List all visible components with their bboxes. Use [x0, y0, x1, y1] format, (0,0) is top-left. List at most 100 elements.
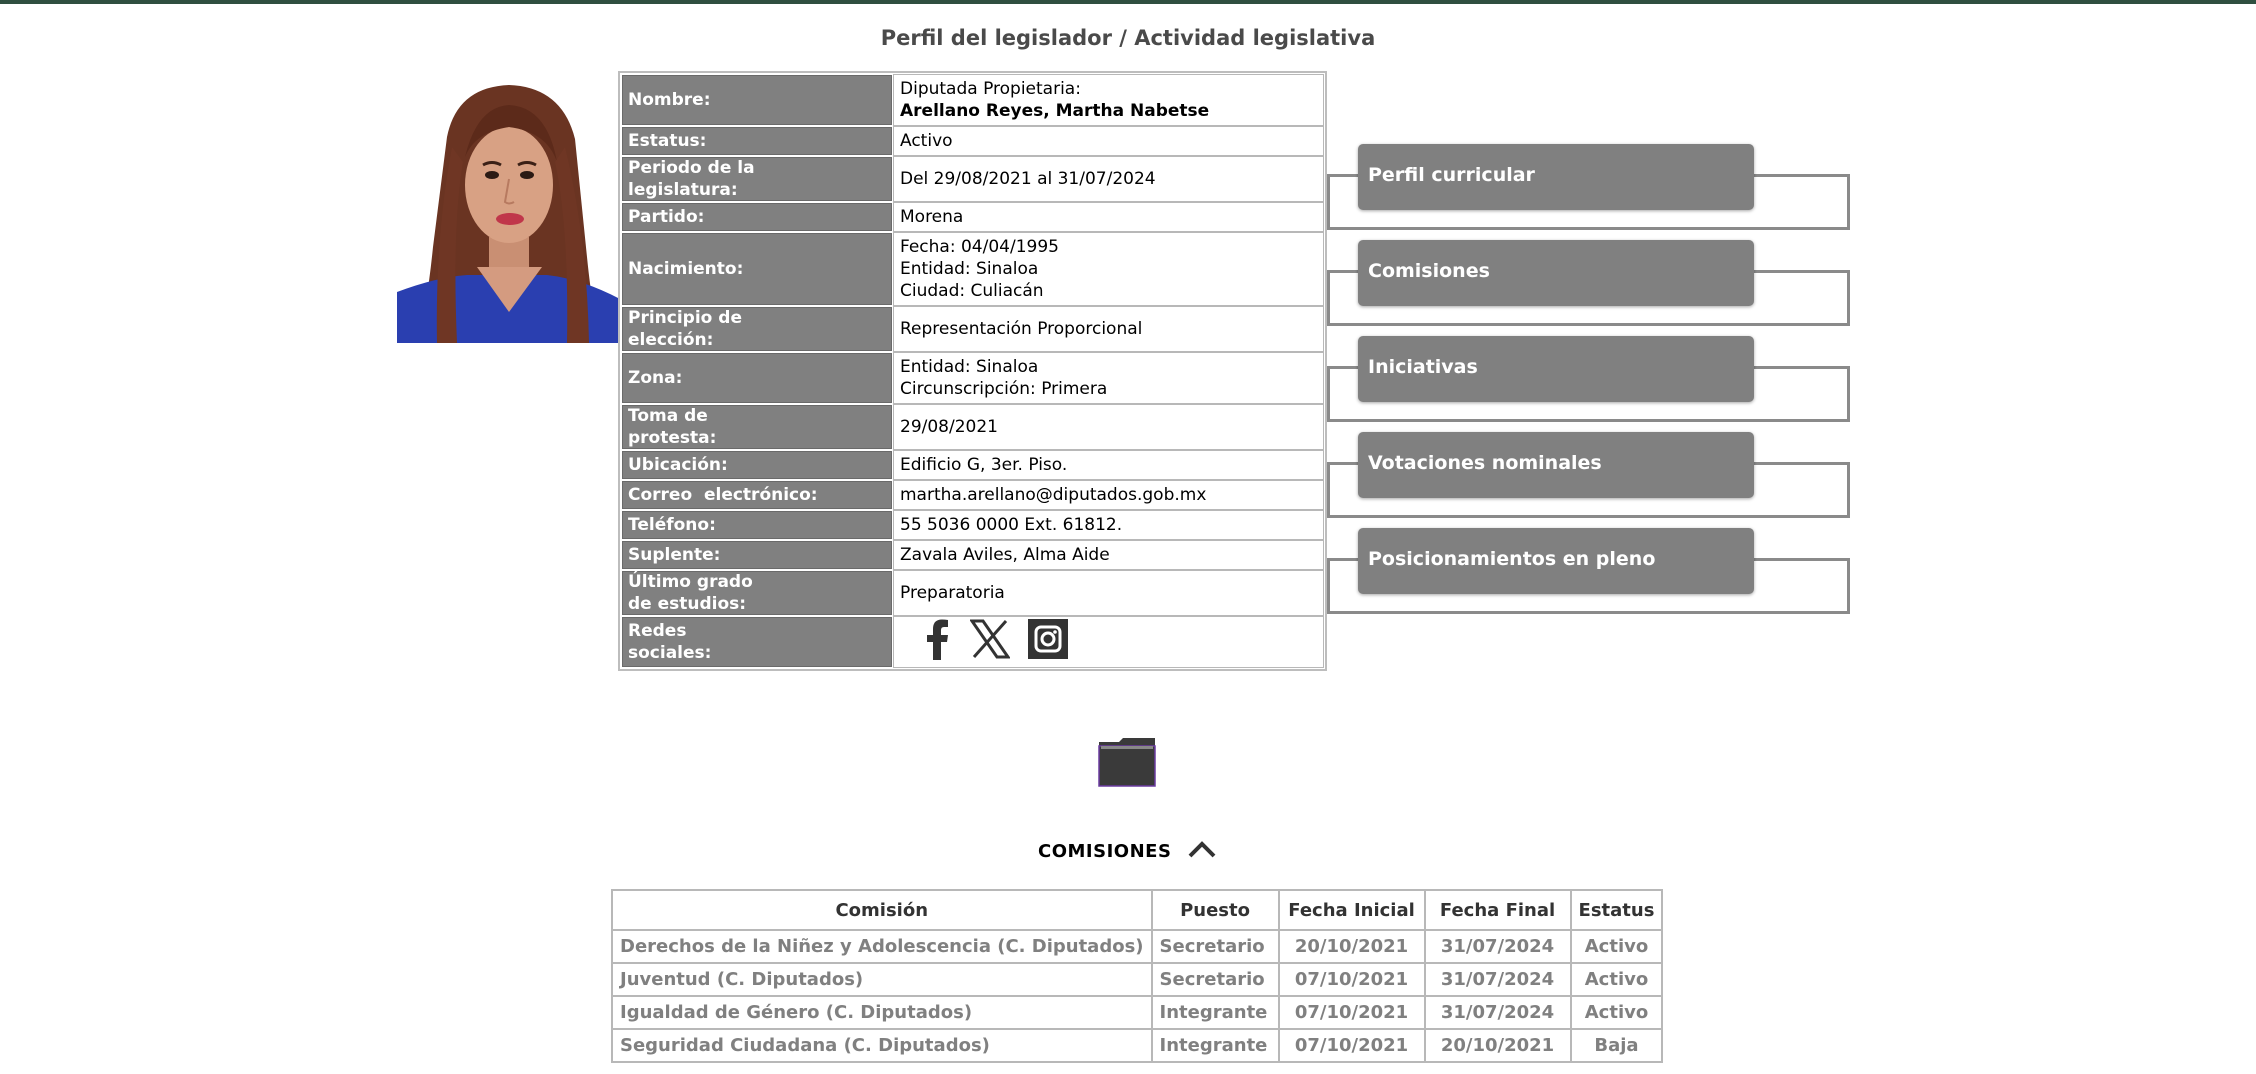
label-redes-line1: Redes — [628, 621, 687, 641]
chevron-up-icon[interactable] — [1187, 840, 1217, 863]
label-ubicacion: Ubicación: — [622, 451, 892, 479]
table-row: Estatus: Activo — [622, 127, 1323, 155]
instagram-icon[interactable] — [1028, 619, 1068, 665]
social-links — [900, 618, 1317, 666]
label-grado-line1: Último grado — [628, 572, 753, 592]
label-suplente: Suplente: — [622, 541, 892, 569]
perfil-curricular-button[interactable]: Perfil curricular — [1358, 144, 1754, 210]
table-row: Suplente: Zavala Aviles, Alma Aide — [622, 541, 1323, 569]
label-correo: Correo electrónico: — [622, 481, 892, 509]
table-row: Periodo de la legislatura: Del 29/08/202… — [622, 157, 1323, 201]
table-row: Teléfono: 55 5036 0000 Ext. 61812. — [622, 511, 1323, 539]
value-suplente: Zavala Aviles, Alma Aide — [894, 541, 1323, 569]
value-nacimiento-fecha: Fecha: 04/04/1995 — [900, 237, 1059, 257]
cell-fecha-inicial: 07/10/2021 — [1277, 1028, 1426, 1063]
value-telefono: 55 5036 0000 Ext. 61812. — [894, 511, 1323, 539]
table-row: Igualdad de Género (C. Diputados) Integr… — [611, 995, 1664, 1030]
value-nombre-cargo: Diputada Propietaria: — [900, 79, 1081, 99]
profile-table: Nombre: Diputada Propietaria: Arellano R… — [618, 71, 1327, 671]
side-menu-perfil-curricular: Perfil curricular — [1327, 144, 1854, 230]
cell-fecha-inicial: 07/10/2021 — [1277, 995, 1426, 1030]
table-row: Zona: Entidad: Sinaloa Circunscripción: … — [622, 353, 1323, 403]
table-row: Nacimiento: Fecha: 04/04/1995 Entidad: S… — [622, 233, 1323, 305]
table-row: Correo electrónico: martha.arellano@dipu… — [622, 481, 1323, 509]
table-header-row: Comisión Puesto Fecha Inicial Fecha Fina… — [611, 889, 1664, 931]
label-redes-line2: sociales: — [628, 643, 712, 663]
value-correo[interactable]: martha.arellano@diputados.gob.mx — [894, 481, 1323, 509]
label-redes: Redes sociales: — [622, 617, 892, 667]
cell-estatus: Activo — [1569, 995, 1664, 1030]
table-row: Principio de elección: Representación Pr… — [622, 307, 1323, 351]
label-toma-line1: Toma de — [628, 406, 708, 426]
cell-comision: Juventud (C. Diputados) — [611, 962, 1153, 997]
cell-comision: Derechos de la Niñez y Adolescencia (C. … — [611, 929, 1153, 964]
label-periodo: Periodo de la legislatura: — [622, 157, 892, 201]
value-zona-circunscripcion: Circunscripción: Primera — [900, 379, 1108, 399]
value-nacimiento: Fecha: 04/04/1995 Entidad: Sinaloa Ciuda… — [894, 233, 1323, 305]
table-row: Nombre: Diputada Propietaria: Arellano R… — [622, 75, 1323, 125]
page-title: Perfil del legislador / Actividad legisl… — [880, 26, 1376, 50]
value-nombre: Diputada Propietaria: Arellano Reyes, Ma… — [894, 75, 1323, 125]
value-estatus: Activo — [894, 127, 1323, 155]
cell-estatus: Activo — [1569, 929, 1664, 964]
value-zona-entidad: Entidad: Sinaloa — [900, 357, 1039, 377]
facebook-icon[interactable] — [922, 618, 952, 666]
label-zona: Zona: — [622, 353, 892, 403]
side-menu-comisiones: Comisiones — [1327, 240, 1854, 326]
table-row: Redes sociales: — [622, 617, 1323, 667]
cell-fecha-final: 20/10/2021 — [1423, 1028, 1572, 1063]
cell-fecha-final: 31/07/2024 — [1423, 929, 1572, 964]
value-nacimiento-entidad: Entidad: Sinaloa — [900, 259, 1039, 279]
side-menu-posicionamientos: Posicionamientos en pleno — [1327, 528, 1854, 614]
cell-fecha-inicial: 07/10/2021 — [1277, 962, 1426, 997]
table-row: Toma de protesta: 29/08/2021 — [622, 405, 1323, 449]
label-principio: Principio de elección: — [622, 307, 892, 351]
label-periodo-line1: Periodo de la — [628, 158, 755, 178]
value-ubicacion: Edificio G, 3er. Piso. — [894, 451, 1323, 479]
table-row: Seguridad Ciudadana (C. Diputados) Integ… — [611, 1028, 1664, 1063]
value-nacimiento-ciudad: Ciudad: Culiacán — [900, 281, 1044, 301]
cell-estatus: Activo — [1569, 962, 1664, 997]
value-zona: Entidad: Sinaloa Circunscripción: Primer… — [894, 353, 1323, 403]
table-row: Derechos de la Niñez y Adolescencia (C. … — [611, 929, 1664, 964]
cell-puesto: Secretario — [1150, 962, 1280, 997]
value-toma-protesta: 29/08/2021 — [894, 405, 1323, 449]
x-icon[interactable] — [969, 619, 1011, 665]
table-row: Ubicación: Edificio G, 3er. Piso. — [622, 451, 1323, 479]
column-header-fecha-inicial: Fecha Inicial — [1277, 889, 1426, 931]
label-toma-line2: protesta: — [628, 428, 717, 448]
comisiones-section-header[interactable]: COMISIONES — [1038, 840, 1217, 863]
side-menu-iniciativas: Iniciativas — [1327, 336, 1854, 422]
label-principio-line1: Principio de — [628, 308, 742, 328]
comisiones-table: Comisión Puesto Fecha Inicial Fecha Fina… — [611, 889, 1664, 1063]
posicionamientos-button[interactable]: Posicionamientos en pleno — [1358, 528, 1754, 594]
table-row: Juventud (C. Diputados) Secretario 07/10… — [611, 962, 1664, 997]
cell-puesto: Secretario — [1150, 929, 1280, 964]
votaciones-nominales-button[interactable]: Votaciones nominales — [1358, 432, 1754, 498]
value-periodo: Del 29/08/2021 al 31/07/2024 — [894, 157, 1323, 201]
value-nombre-name: Arellano Reyes, Martha Nabetse — [900, 101, 1210, 121]
cell-puesto: Integrante — [1150, 995, 1280, 1030]
value-grado-estudios: Preparatoria — [894, 571, 1323, 615]
cell-estatus: Baja — [1569, 1028, 1664, 1063]
comisiones-button[interactable]: Comisiones — [1358, 240, 1754, 306]
value-redes — [894, 617, 1323, 667]
iniciativas-button[interactable]: Iniciativas — [1358, 336, 1754, 402]
comisiones-heading: COMISIONES — [1038, 841, 1172, 862]
folder-icon[interactable] — [1097, 736, 1157, 788]
cell-comision: Igualdad de Género (C. Diputados) — [611, 995, 1153, 1030]
column-header-fecha-final: Fecha Final — [1423, 889, 1572, 931]
column-header-puesto: Puesto — [1150, 889, 1280, 931]
label-toma-protesta: Toma de protesta: — [622, 405, 892, 449]
label-partido: Partido: — [622, 203, 892, 231]
label-grado-line2: de estudios: — [628, 594, 747, 614]
cell-comision: Seguridad Ciudadana (C. Diputados) — [611, 1028, 1153, 1063]
value-principio: Representación Proporcional — [894, 307, 1323, 351]
cell-fecha-final: 31/07/2024 — [1423, 995, 1572, 1030]
cell-fecha-final: 31/07/2024 — [1423, 962, 1572, 997]
cell-fecha-inicial: 20/10/2021 — [1277, 929, 1426, 964]
table-row: Último grado de estudios: Preparatoria — [622, 571, 1323, 615]
label-nombre: Nombre: — [622, 75, 892, 125]
side-menu-votaciones: Votaciones nominales — [1327, 432, 1854, 518]
label-periodo-line2: legislatura: — [628, 180, 738, 200]
